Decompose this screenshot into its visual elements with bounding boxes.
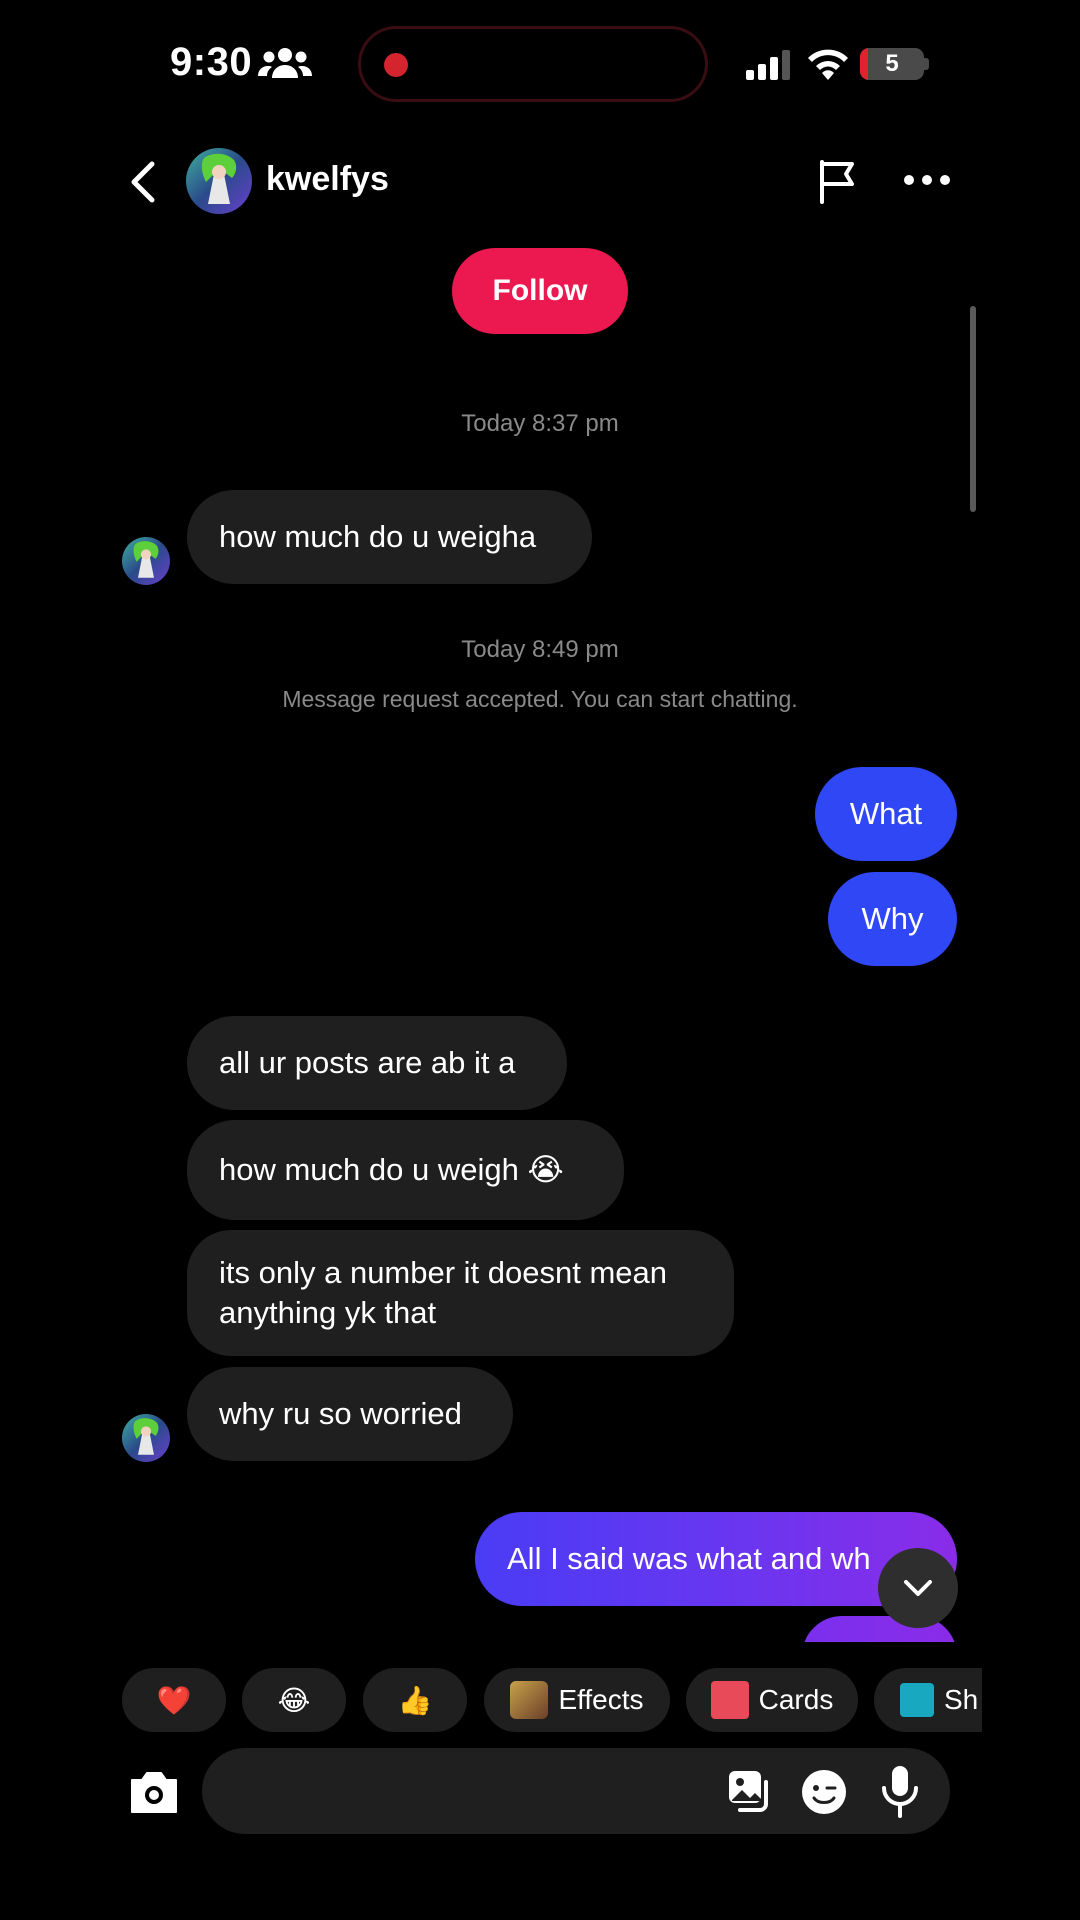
cards-label: Cards — [758, 1684, 834, 1715]
message-text: how much do u weigha — [219, 519, 537, 554]
heart-icon: ❤️ — [156, 1684, 192, 1716]
sender-avatar[interactable] — [122, 537, 170, 585]
status-time: 9:30 — [170, 40, 253, 84]
incoming-message[interactable]: its only a number it doesnt mean anythin… — [187, 1230, 734, 1356]
scrollbar[interactable] — [970, 306, 976, 512]
cards-icon — [710, 1681, 749, 1719]
incoming-message[interactable]: how much do u weigh 😭 — [187, 1120, 624, 1220]
signal-icon — [746, 50, 790, 80]
more-icon[interactable] — [902, 168, 952, 192]
message-text-line: anything yk that — [219, 1295, 437, 1330]
message-text: What — [849, 796, 923, 831]
effects-icon — [510, 1681, 549, 1719]
sender-avatar[interactable] — [122, 1414, 170, 1462]
system-message: Message request accepted. You can start … — [282, 686, 798, 712]
incoming-message[interactable]: why ru so worried — [187, 1367, 513, 1461]
gallery-icon[interactable] — [726, 1768, 772, 1814]
message-text: All I said was what and wh — [507, 1541, 871, 1576]
effects-button[interactable]: Effects — [484, 1668, 670, 1732]
timestamp: Today 8:49 pm — [461, 636, 619, 663]
outgoing-message[interactable]: What — [815, 767, 957, 861]
recording-indicator — [384, 53, 408, 77]
incoming-message[interactable]: all ur posts are ab it a — [187, 1016, 567, 1110]
outgoing-message[interactable]: Why — [828, 872, 957, 966]
heart-reaction-button[interactable]: ❤️ — [122, 1668, 226, 1732]
follow-button[interactable]: Follow — [452, 248, 628, 334]
share-button[interactable]: Sh — [874, 1668, 982, 1732]
dynamic-island — [358, 26, 708, 102]
quick-reactions-bar[interactable]: ❤️ 😂 👍 Effects Cards Sh — [122, 1668, 982, 1732]
laugh-icon: 😂 — [277, 1684, 311, 1716]
incoming-message[interactable]: how much do u weigha — [187, 490, 592, 584]
battery-tip — [924, 58, 929, 70]
mic-icon[interactable] — [880, 1764, 920, 1820]
camera-icon[interactable] — [126, 1764, 182, 1820]
cards-button[interactable]: Cards — [686, 1668, 858, 1732]
sticker-icon[interactable] — [800, 1768, 848, 1816]
scroll-down-button[interactable] — [878, 1548, 958, 1628]
message-text: why ru so worried — [219, 1396, 462, 1431]
people-icon — [258, 48, 312, 78]
thumbs-up-icon: 👍 — [397, 1684, 433, 1716]
share-label: Sh — [944, 1684, 979, 1715]
message-text: how much do u weigh 😭 — [219, 1152, 564, 1187]
share-icon — [900, 1683, 934, 1717]
wifi-icon — [808, 49, 848, 80]
timestamp: Today 8:37 pm — [461, 410, 619, 437]
thumbs-up-reaction-button[interactable]: 👍 — [363, 1668, 467, 1732]
chat-username[interactable]: kwelfys — [266, 160, 389, 199]
avatar[interactable] — [186, 148, 252, 214]
battery-icon: 5 — [860, 48, 924, 80]
back-icon[interactable] — [126, 160, 160, 204]
message-text: Why — [861, 901, 924, 936]
effects-label: Effects — [558, 1684, 644, 1715]
message-text-line: its only a number it doesnt mean — [219, 1255, 668, 1290]
laugh-reaction-button[interactable]: 😂 — [242, 1668, 346, 1732]
message-text: all ur posts are ab it a — [219, 1045, 516, 1080]
chevron-down-icon — [904, 1580, 932, 1596]
flag-icon[interactable] — [814, 158, 860, 204]
